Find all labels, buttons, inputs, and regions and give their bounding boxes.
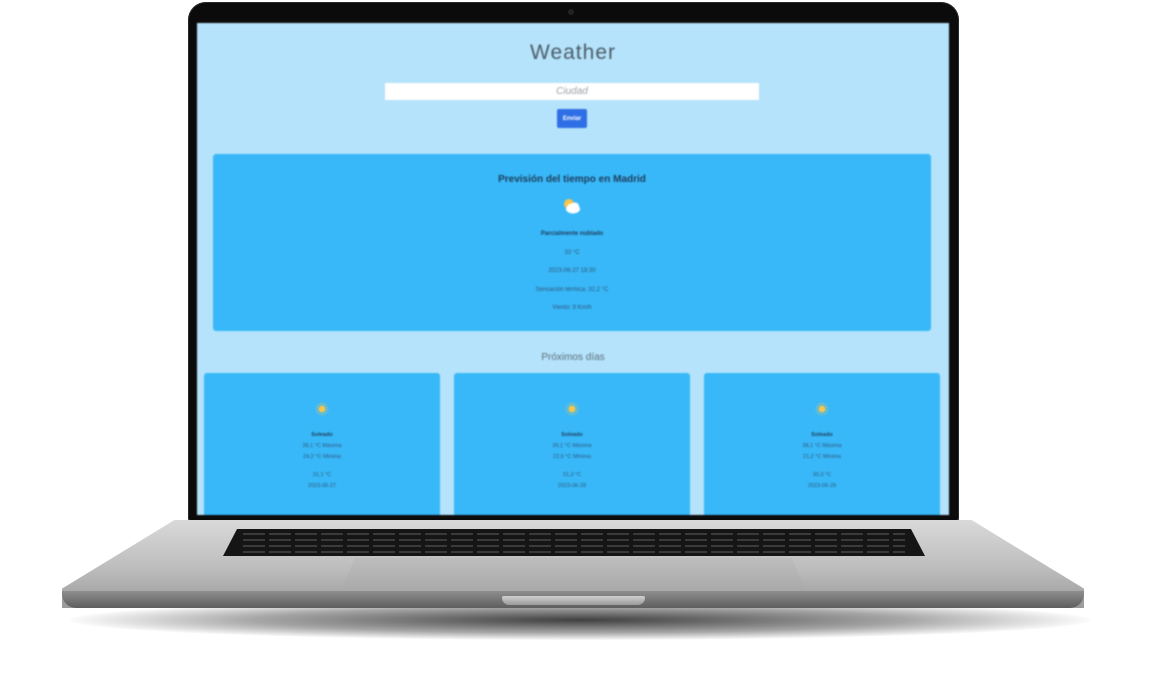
keyboard	[223, 529, 925, 556]
laptop-screen: Weather Enviar Previsión del tiempo en M…	[197, 23, 949, 515]
forecast-min: 24,2 °C Mínima	[303, 454, 341, 460]
current-datetime: 2023-06-27 18:30	[548, 268, 596, 274]
current-weather-title: Previsión del tiempo en Madrid	[498, 174, 646, 185]
forecast-day-card: Soleado 38,1 °C Máxima 24,2 °C Mínima 31…	[204, 373, 440, 515]
forecast-max: 38,1 °C Máxima	[802, 443, 842, 449]
forecast-max: 39,1 °C Máxima	[552, 443, 592, 449]
forecast-avg: 31,1 °C	[312, 472, 332, 478]
lid-notch	[502, 596, 645, 605]
current-wind: Viento: 9 Km/h	[552, 305, 592, 311]
forecast-avg: 30,3 °C	[812, 472, 832, 478]
send-button[interactable]: Enviar	[557, 109, 587, 128]
current-temperature: 33 °C	[564, 250, 580, 256]
forecast-max: 38,1 °C Máxima	[302, 443, 342, 449]
sun-icon	[566, 403, 578, 415]
forecast-day-card: Soleado 39,1 °C Máxima 22,9 °C Mínima 31…	[454, 373, 690, 515]
keyboard-row	[243, 539, 905, 541]
forecast-date: 2023-06-27	[307, 483, 337, 489]
partly-cloudy-icon	[564, 199, 580, 214]
forecast-condition: Soleado	[561, 432, 583, 438]
forecast-condition: Soleado	[811, 432, 833, 438]
sun-icon	[316, 403, 328, 415]
forecast-date: 2023-06-29	[807, 483, 837, 489]
current-weather-card: Previsión del tiempo en Madrid Parcialme…	[213, 154, 931, 331]
sun-icon	[816, 403, 828, 415]
webcam	[568, 9, 574, 15]
forecast-min: 21,2 °C Mínima	[803, 454, 841, 460]
forecast-min: 22,9 °C Mínima	[553, 454, 591, 460]
forecast-condition: Soleado	[311, 432, 333, 438]
forecast-date: 2023-06-28	[557, 483, 587, 489]
next-days-title: Próximos días	[541, 352, 605, 363]
keyboard-row	[243, 551, 905, 553]
current-condition: Parcialmente nublado	[540, 231, 604, 237]
current-feels-like: Sensación térmica: 32,2 °C	[535, 287, 609, 293]
app-title: Weather	[530, 41, 616, 64]
trackpad	[341, 558, 806, 591]
keyboard-row	[243, 533, 905, 535]
forecast-day-card: Soleado 38,1 °C Máxima 21,2 °C Mínima 30…	[704, 373, 940, 515]
keyboard-row	[243, 545, 905, 547]
forecast-avg: 31,3 °C	[562, 472, 582, 478]
city-search-input[interactable]	[385, 83, 759, 100]
